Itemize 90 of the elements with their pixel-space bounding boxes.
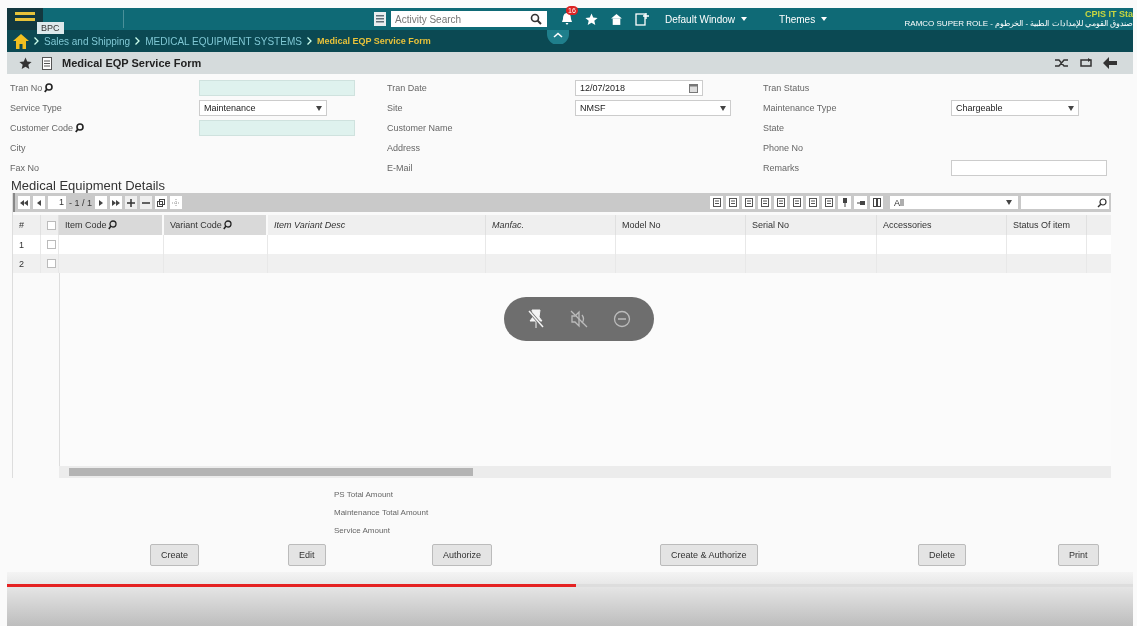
search-icon[interactable] [1097, 197, 1107, 208]
dropdown-field[interactable]: Maintenance [199, 100, 327, 116]
shuffle-icon[interactable] [1055, 57, 1069, 69]
field-label: Service Type [10, 102, 62, 115]
total-label: PS Total Amount [334, 490, 394, 499]
field-label: Fax No [10, 162, 39, 175]
section-title: Medical Equipment Details [10, 177, 166, 193]
field-label: Phone No [763, 142, 804, 155]
next-icon[interactable] [99, 199, 103, 206]
bell-icon[interactable] [561, 12, 573, 26]
lookup-field[interactable] [199, 80, 355, 96]
tooltip: BPC [37, 22, 64, 34]
search-icon[interactable] [44, 83, 54, 93]
row-checkbox[interactable] [47, 240, 56, 249]
menu-button[interactable] [7, 8, 43, 30]
row-number: 1 [19, 239, 24, 250]
chevron-icon [34, 37, 39, 45]
row-number: 2 [19, 258, 24, 269]
chevron-icon [306, 37, 312, 45]
themes-menu[interactable]: Themes [779, 13, 828, 25]
next-page-button[interactable] [95, 196, 107, 209]
column-header[interactable]: Item Variant Desc [274, 220, 346, 230]
grid-search-field[interactable] [1021, 196, 1109, 209]
user-title: CPIS IT Sta [1085, 9, 1133, 19]
field-label: Address [387, 142, 421, 155]
new-window-icon[interactable] [635, 12, 649, 26]
action-button[interactable]: Delete [918, 544, 966, 566]
activity-search-field[interactable]: Activity Search [391, 11, 547, 27]
total-label: Service Amount [334, 526, 392, 535]
video-progress-bar[interactable] [7, 584, 1133, 587]
breadcrumb-link[interactable]: MEDICAL EQUIPMENT SYSTEMS [145, 35, 302, 47]
star-icon[interactable] [585, 12, 598, 26]
field-label: Tran Date [387, 82, 427, 95]
chevron-icon [135, 37, 141, 45]
search-icon[interactable] [75, 123, 85, 133]
dropdown-field[interactable]: Chargeable [951, 100, 1079, 116]
field-label: Tran Status [763, 82, 810, 95]
total-label: Maintenance Total Amount [334, 508, 430, 517]
calendar-icon[interactable] [689, 83, 698, 93]
field-label: Customer Code [10, 120, 85, 136]
column-header[interactable]: # [19, 220, 24, 230]
field-label: City [10, 142, 26, 155]
field-label: Site [387, 102, 403, 115]
select-all-checkbox[interactable] [47, 220, 56, 230]
back-arrow-icon[interactable] [1103, 57, 1117, 69]
field-label: Tran No [10, 80, 54, 96]
field-label: E-Mail [387, 162, 413, 175]
action-button[interactable]: Print [1058, 544, 1099, 566]
window-menu[interactable]: Default Window [665, 13, 748, 25]
breadcrumb-link[interactable]: Medical EQP Service Form [316, 36, 431, 46]
field-label: Maintenance Type [763, 102, 837, 115]
column-header[interactable]: Accessories [883, 220, 932, 230]
action-button[interactable]: Edit [288, 544, 326, 566]
text-field[interactable] [951, 160, 1107, 176]
document-icon [42, 56, 52, 70]
column-header[interactable]: Model No [622, 220, 661, 230]
column-header[interactable]: Serial No [752, 220, 789, 230]
action-button[interactable]: Authorize [432, 544, 493, 566]
page-info: - 1 / 1 [69, 197, 92, 208]
field-label: Customer Name [387, 122, 453, 135]
home-icon[interactable] [610, 12, 623, 26]
page-number-field[interactable]: 1 [48, 196, 66, 209]
lookup-field[interactable] [199, 120, 355, 136]
search-icon[interactable] [107, 220, 117, 230]
list-icon[interactable] [374, 12, 386, 26]
action-button[interactable]: Create & Authorize [660, 544, 758, 566]
field-label: State [763, 122, 784, 135]
action-button[interactable]: Create [150, 544, 199, 566]
mute-icon[interactable] [570, 310, 588, 328]
form-title: Medical EQP Service Form [62, 57, 202, 69]
dropdown-field[interactable]: NMSF [575, 100, 731, 116]
date-field[interactable]: 12/07/2018 [575, 80, 703, 96]
home-icon[interactable] [13, 33, 29, 49]
role-text: صندوق القومي للإمدادات الطبية - الخرطوم - RAMCO SUPER ROLE [904, 19, 1133, 29]
pin-off-icon[interactable] [526, 309, 545, 329]
star-icon[interactable] [19, 56, 32, 70]
minus-circle-icon[interactable] [613, 310, 632, 328]
collapse-button[interactable] [547, 30, 569, 44]
column-header[interactable]: Manfac. [492, 220, 524, 230]
previous-icon[interactable] [37, 199, 41, 206]
repeat-icon[interactable] [1079, 57, 1093, 69]
filter-dropdown[interactable]: All [890, 196, 1018, 209]
previous-page-button[interactable] [33, 196, 45, 209]
search-icon[interactable] [530, 13, 542, 25]
breadcrumb-link[interactable]: Sales and Shipping [44, 35, 131, 47]
column-header[interactable]: Status Of item [1013, 220, 1071, 230]
horizontal-scrollbar[interactable] [59, 466, 1111, 478]
field-label: Remarks [763, 162, 799, 175]
search-icon[interactable] [222, 220, 232, 230]
row-checkbox[interactable] [47, 259, 56, 268]
